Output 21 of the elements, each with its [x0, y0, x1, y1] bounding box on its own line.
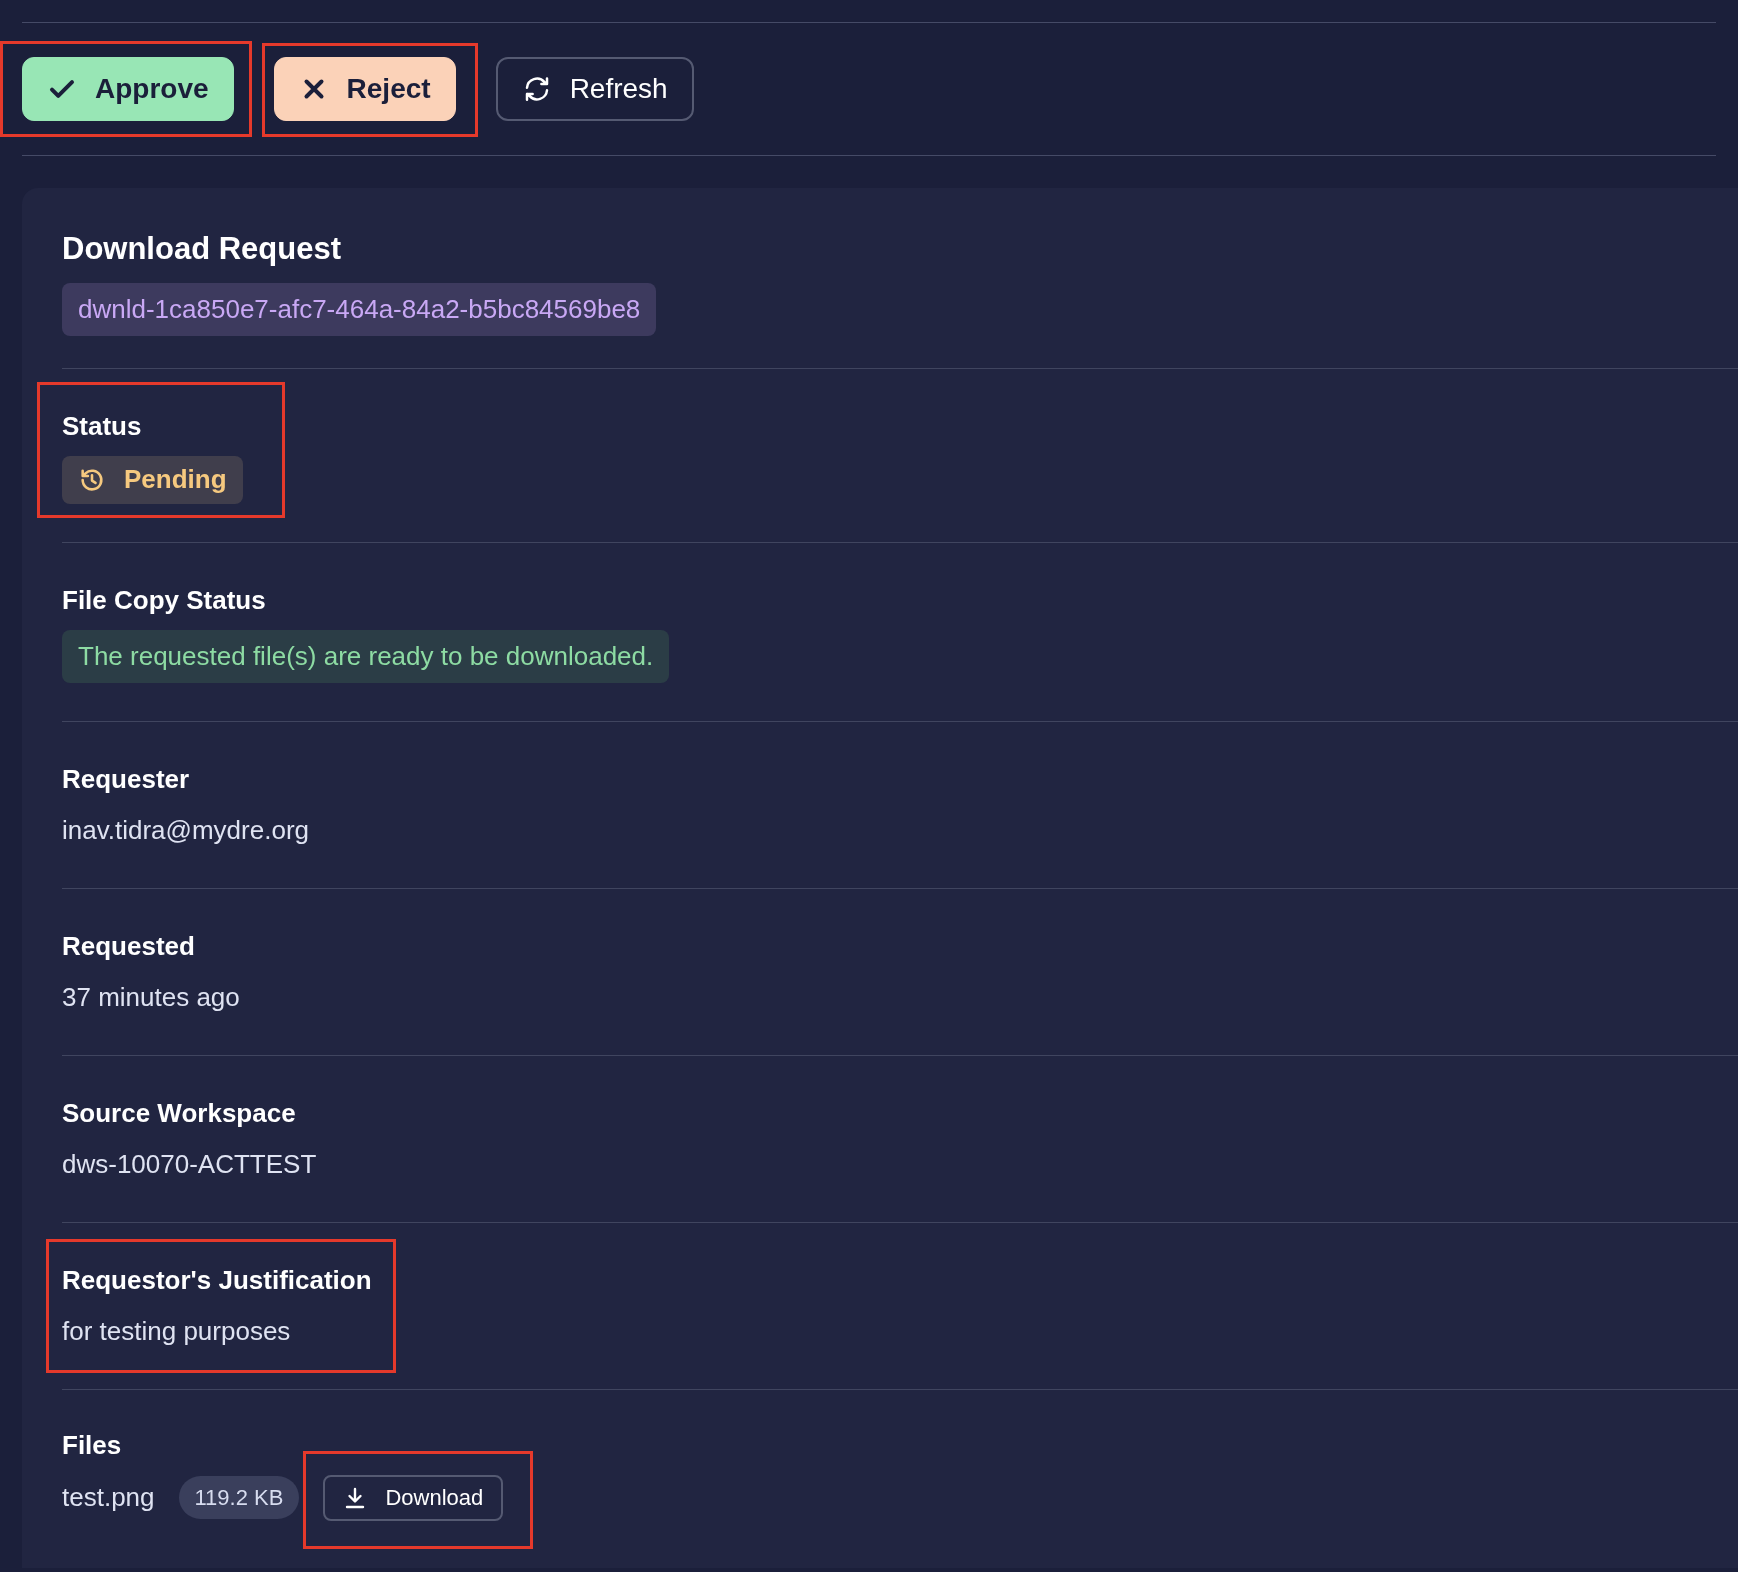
field-label: Requestor's Justification [62, 1263, 372, 1297]
field-value: for testing purposes [62, 1314, 291, 1348]
request-id: dwnld-1ca850e7-afc7-464a-84a2-b5bc84569be8 [62, 282, 657, 336]
field-value: inav.tidra@mydre.org [62, 813, 309, 847]
field-value: 37 minutes ago [62, 980, 240, 1014]
file-size-badge: 119.2 KB [178, 1476, 300, 1519]
field-label: Status [62, 409, 142, 443]
field-label: Requester [62, 762, 190, 796]
field-label: Requested [62, 929, 195, 963]
field-label: File Copy Status [62, 583, 266, 617]
field-label: Source Workspace [62, 1096, 296, 1130]
file-name: test.png [62, 1481, 155, 1514]
download-button[interactable]: Download [323, 1474, 504, 1521]
status-message: The requested file(s) are ready to be downloaded. [62, 629, 670, 683]
status-badge: Pending [62, 455, 243, 504]
field-label: Files [62, 1428, 122, 1462]
approve-button[interactable]: Approve [22, 57, 234, 121]
refresh-button[interactable]: Refresh [495, 57, 694, 121]
reject-button[interactable]: Reject [273, 57, 456, 121]
field-value: dws-10070-ACTTEST [62, 1147, 317, 1181]
page-title: Download Request [62, 230, 342, 268]
